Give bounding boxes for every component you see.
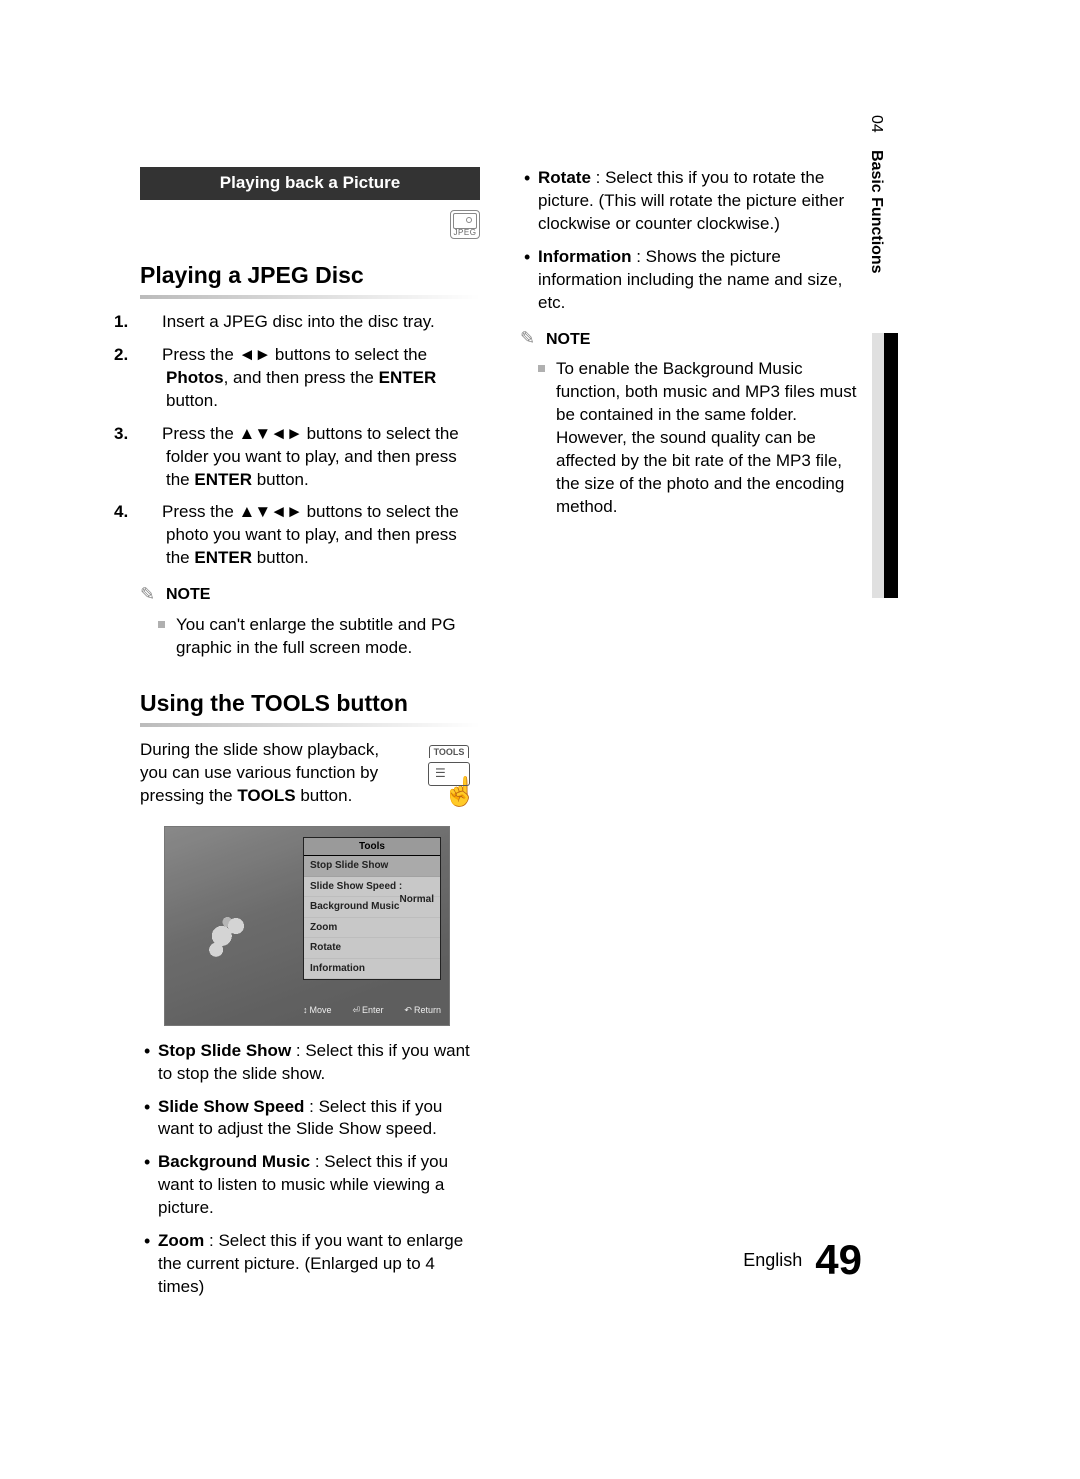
osd-enter: ⏎ Enter — [352, 1004, 383, 1016]
jpeg-badge: JPEG — [140, 210, 480, 242]
right-column: Rotate : Select this if you to rotate th… — [520, 167, 860, 1309]
note-icon: ✎ — [140, 585, 160, 605]
bullet-item: Background Music : Select this if you wa… — [140, 1151, 480, 1220]
tools-button-label: TOOLS — [429, 745, 470, 758]
heading-jpeg: Playing a JPEG Disc — [140, 260, 480, 291]
bullet-item: Stop Slide Show : Select this if you wan… — [140, 1040, 480, 1086]
page-footer: English 49 — [743, 1236, 862, 1284]
bullet-item: Zoom : Select this if you want to enlarg… — [140, 1230, 480, 1299]
thumb-tab-grey — [872, 333, 884, 598]
tools-intro-text: During the slide show playback, you can … — [140, 739, 408, 808]
note-item: To enable the Background Music function,… — [538, 358, 860, 519]
tools-button-icon — [428, 762, 470, 786]
note-item: You can't enlarge the subtitle and PG gr… — [158, 614, 480, 660]
osd-return: ↶ Return — [404, 1004, 441, 1016]
page: 04 Basic Functions Playing back a Pictur… — [0, 0, 1080, 1479]
heading-rule — [140, 723, 480, 727]
bullet-item: Slide Show Speed : Select this if you wa… — [140, 1096, 480, 1142]
steps-list: 1.Insert a JPEG disc into the disc tray.… — [140, 311, 480, 570]
thumb-tab-black — [884, 333, 898, 598]
bullet-item: Rotate : Select this if you to rotate th… — [520, 167, 860, 236]
tools-bullets-right: Rotate : Select this if you to rotate th… — [520, 167, 860, 315]
arrow-udlr-icon: ▲▼◄► — [239, 424, 302, 443]
chapter-number: 04 — [868, 115, 885, 133]
chapter-side-tab: 04 Basic Functions — [867, 115, 885, 273]
heading-rule — [140, 295, 480, 299]
note-label: NOTE — [546, 329, 590, 351]
note-header: ✎ NOTE — [140, 584, 480, 606]
section-banner: Playing back a Picture — [140, 167, 480, 200]
tools-menu-item: Stop Slide Show — [304, 856, 440, 877]
tools-menu-item: Rotate — [304, 938, 440, 959]
note-list-1: You can't enlarge the subtitle and PG gr… — [140, 614, 480, 660]
tools-menu-screenshot: Tools Stop Slide Show Slide Show Speed :… — [164, 826, 450, 1026]
tools-menu-item: Information — [304, 959, 440, 980]
note-list-2: To enable the Background Music function,… — [520, 358, 860, 519]
step-4: 4.Press the ▲▼◄► buttons to select the p… — [140, 501, 480, 570]
jpeg-icon: JPEG — [450, 210, 480, 239]
step-3: 3.Press the ▲▼◄► buttons to select the f… — [140, 423, 480, 492]
picture-icon — [453, 213, 477, 229]
left-column: Playing back a Picture JPEG Playing a JP… — [140, 167, 480, 1309]
footer-language: English — [743, 1250, 802, 1270]
tools-menu-item: Zoom — [304, 918, 440, 939]
tools-intro: During the slide show playback, you can … — [140, 739, 480, 808]
note-header: ✎ NOTE — [520, 329, 860, 351]
note-label: NOTE — [166, 584, 210, 606]
tools-menu-overlay: Tools Stop Slide Show Slide Show Speed :… — [303, 837, 441, 981]
chapter-name: Basic Functions — [868, 150, 885, 274]
tools-menu-header: Tools — [304, 838, 440, 857]
heading-tools: Using the TOOLS button — [140, 688, 480, 719]
step-2: 2.Press the ◄► buttons to select the Pho… — [140, 344, 480, 413]
tools-bullets-left: Stop Slide Show : Select this if you wan… — [140, 1040, 480, 1299]
content-area: Playing back a Picture JPEG Playing a JP… — [140, 167, 860, 1309]
step-1: 1.Insert a JPEG disc into the disc tray. — [140, 311, 480, 334]
arrow-udlr-icon: ▲▼◄► — [239, 502, 302, 521]
arrow-lr-icon: ◄► — [239, 345, 271, 364]
note-icon: ✎ — [520, 329, 540, 349]
jpeg-icon-label: JPEG — [453, 229, 477, 237]
osd-move: ↕ Move — [303, 1004, 332, 1016]
tools-button-graphic: TOOLS ☝ — [418, 739, 480, 806]
page-number: 49 — [815, 1236, 862, 1283]
bullet-item: Information : Shows the picture informat… — [520, 246, 860, 315]
osd-hint-bar: ↕ Move ⏎ Enter ↶ Return — [303, 1004, 441, 1016]
tools-menu-item: Slide Show Speed :Normal — [304, 877, 440, 898]
